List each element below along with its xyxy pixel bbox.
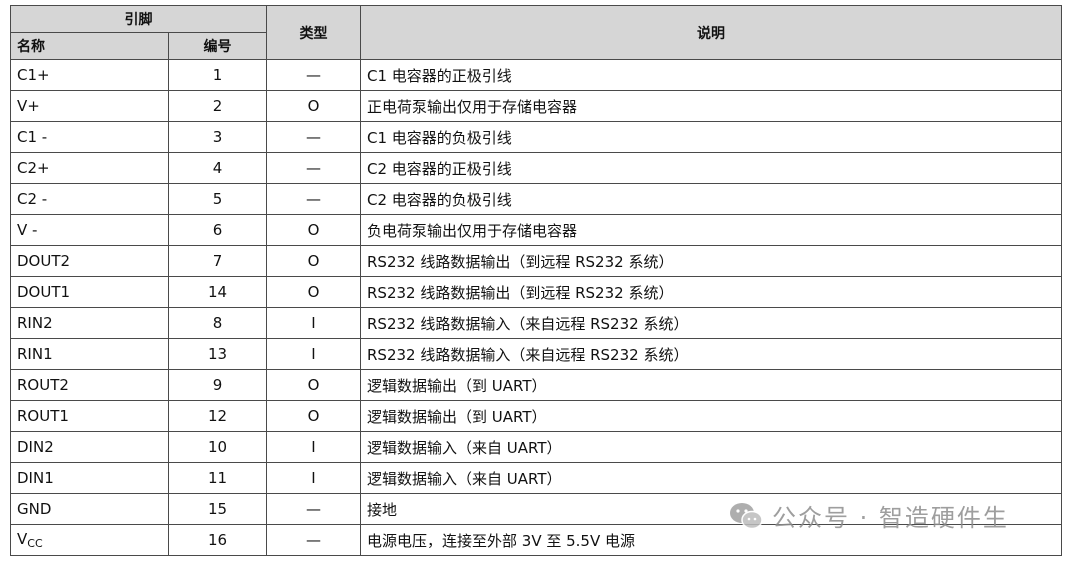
pin-type: O	[266, 276, 361, 308]
pin-type: O	[266, 90, 361, 122]
pin-name: C2 -	[10, 183, 169, 215]
pin-number: 3	[168, 121, 267, 153]
pin-description: RS232 线路数据输入（来自远程 RS232 系统）	[360, 307, 1062, 339]
pin-type: —	[266, 493, 361, 525]
pin-description: 逻辑数据输入（来自 UART）	[360, 462, 1062, 494]
pin-description: 负电荷泵输出仅用于存储电容器	[360, 214, 1062, 246]
pin-table: 引脚 类型 说明 名称 编号 C1+ 1 — C1 电容器的正极引线 V+ 2 …	[10, 5, 1062, 556]
pin-name: DOUT1	[10, 276, 169, 308]
pin-number: 4	[168, 152, 267, 184]
pin-description: 逻辑数据输入（来自 UART）	[360, 431, 1062, 463]
pin-description: C1 电容器的正极引线	[360, 59, 1062, 91]
header-type: 类型	[266, 5, 361, 60]
pin-name: RIN2	[10, 307, 169, 339]
pin-description: RS232 线路数据输入（来自远程 RS232 系统）	[360, 338, 1062, 370]
pin-type: I	[266, 431, 361, 463]
pin-type: O	[266, 400, 361, 432]
pin-name: GND	[10, 493, 169, 525]
pin-description: 接地	[360, 493, 1062, 525]
pin-name: ROUT2	[10, 369, 169, 401]
pin-name-main: V	[17, 530, 28, 548]
table-body: C1+ 1 — C1 电容器的正极引线 V+ 2 O 正电荷泵输出仅用于存储电容…	[10, 59, 1062, 556]
pin-name: ROUT1	[10, 400, 169, 432]
pin-description: RS232 线路数据输出（到远程 RS232 系统）	[360, 276, 1062, 308]
pin-number: 10	[168, 431, 267, 463]
table-row: GND 15 — 接地	[10, 493, 1062, 525]
pin-type: —	[266, 183, 361, 215]
table-row: DIN1 11 I 逻辑数据输入（来自 UART）	[10, 462, 1062, 494]
header-pin-group: 引脚	[10, 5, 267, 33]
table-row: V+ 2 O 正电荷泵输出仅用于存储电容器	[10, 90, 1062, 122]
pin-name-subscript: CC	[27, 537, 43, 550]
table-row: C2+ 4 — C2 电容器的正极引线	[10, 152, 1062, 184]
pin-name: V -	[10, 214, 169, 246]
table-row: RIN2 8 I RS232 线路数据输入（来自远程 RS232 系统）	[10, 307, 1062, 339]
pin-number: 5	[168, 183, 267, 215]
table-row: VCC 16 — 电源电压，连接至外部 3V 至 5.5V 电源	[10, 524, 1062, 556]
pin-type: O	[266, 214, 361, 246]
pin-number: 16	[168, 524, 267, 556]
pin-name: V+	[10, 90, 169, 122]
pin-type: —	[266, 524, 361, 556]
pin-name: DIN1	[10, 462, 169, 494]
header-name: 名称	[10, 32, 169, 60]
table-row: ROUT2 9 O 逻辑数据输出（到 UART）	[10, 369, 1062, 401]
pin-name: VCC	[10, 524, 169, 556]
header-description: 说明	[360, 5, 1062, 60]
pin-type: I	[266, 338, 361, 370]
pin-description: 逻辑数据输出（到 UART）	[360, 369, 1062, 401]
pin-number: 13	[168, 338, 267, 370]
pin-name: RIN1	[10, 338, 169, 370]
table-row: ROUT1 12 O 逻辑数据输出（到 UART）	[10, 400, 1062, 432]
pin-type: I	[266, 462, 361, 494]
pin-name: DIN2	[10, 431, 169, 463]
table-header: 引脚 类型 说明 名称 编号	[10, 5, 1062, 60]
header-number: 编号	[168, 32, 267, 60]
pin-number: 15	[168, 493, 267, 525]
table-row: RIN1 13 I RS232 线路数据输入（来自远程 RS232 系统）	[10, 338, 1062, 370]
table-row: C2 - 5 — C2 电容器的负极引线	[10, 183, 1062, 215]
pin-type: —	[266, 121, 361, 153]
pin-number: 12	[168, 400, 267, 432]
pin-number: 7	[168, 245, 267, 277]
pin-description: C2 电容器的负极引线	[360, 183, 1062, 215]
pin-number: 11	[168, 462, 267, 494]
pin-number: 8	[168, 307, 267, 339]
pin-name: DOUT2	[10, 245, 169, 277]
table-row: DOUT2 7 O RS232 线路数据输出（到远程 RS232 系统）	[10, 245, 1062, 277]
pin-description: C1 电容器的负极引线	[360, 121, 1062, 153]
pin-name: C1 -	[10, 121, 169, 153]
pin-number: 9	[168, 369, 267, 401]
pin-number: 1	[168, 59, 267, 91]
table-row: C1+ 1 — C1 电容器的正极引线	[10, 59, 1062, 91]
pin-type: —	[266, 59, 361, 91]
table-row: DIN2 10 I 逻辑数据输入（来自 UART）	[10, 431, 1062, 463]
table-row: V - 6 O 负电荷泵输出仅用于存储电容器	[10, 214, 1062, 246]
pin-description: 电源电压，连接至外部 3V 至 5.5V 电源	[360, 524, 1062, 556]
pin-number: 14	[168, 276, 267, 308]
pin-name: C2+	[10, 152, 169, 184]
pin-type: O	[266, 245, 361, 277]
pin-description: 逻辑数据输出（到 UART）	[360, 400, 1062, 432]
pin-type: —	[266, 152, 361, 184]
pin-number: 2	[168, 90, 267, 122]
pin-type: O	[266, 369, 361, 401]
pin-description: RS232 线路数据输出（到远程 RS232 系统）	[360, 245, 1062, 277]
table-row: DOUT1 14 O RS232 线路数据输出（到远程 RS232 系统）	[10, 276, 1062, 308]
pin-name: C1+	[10, 59, 169, 91]
table-row: C1 - 3 — C1 电容器的负极引线	[10, 121, 1062, 153]
pin-type: I	[266, 307, 361, 339]
pin-number: 6	[168, 214, 267, 246]
pin-description: 正电荷泵输出仅用于存储电容器	[360, 90, 1062, 122]
pin-description: C2 电容器的正极引线	[360, 152, 1062, 184]
